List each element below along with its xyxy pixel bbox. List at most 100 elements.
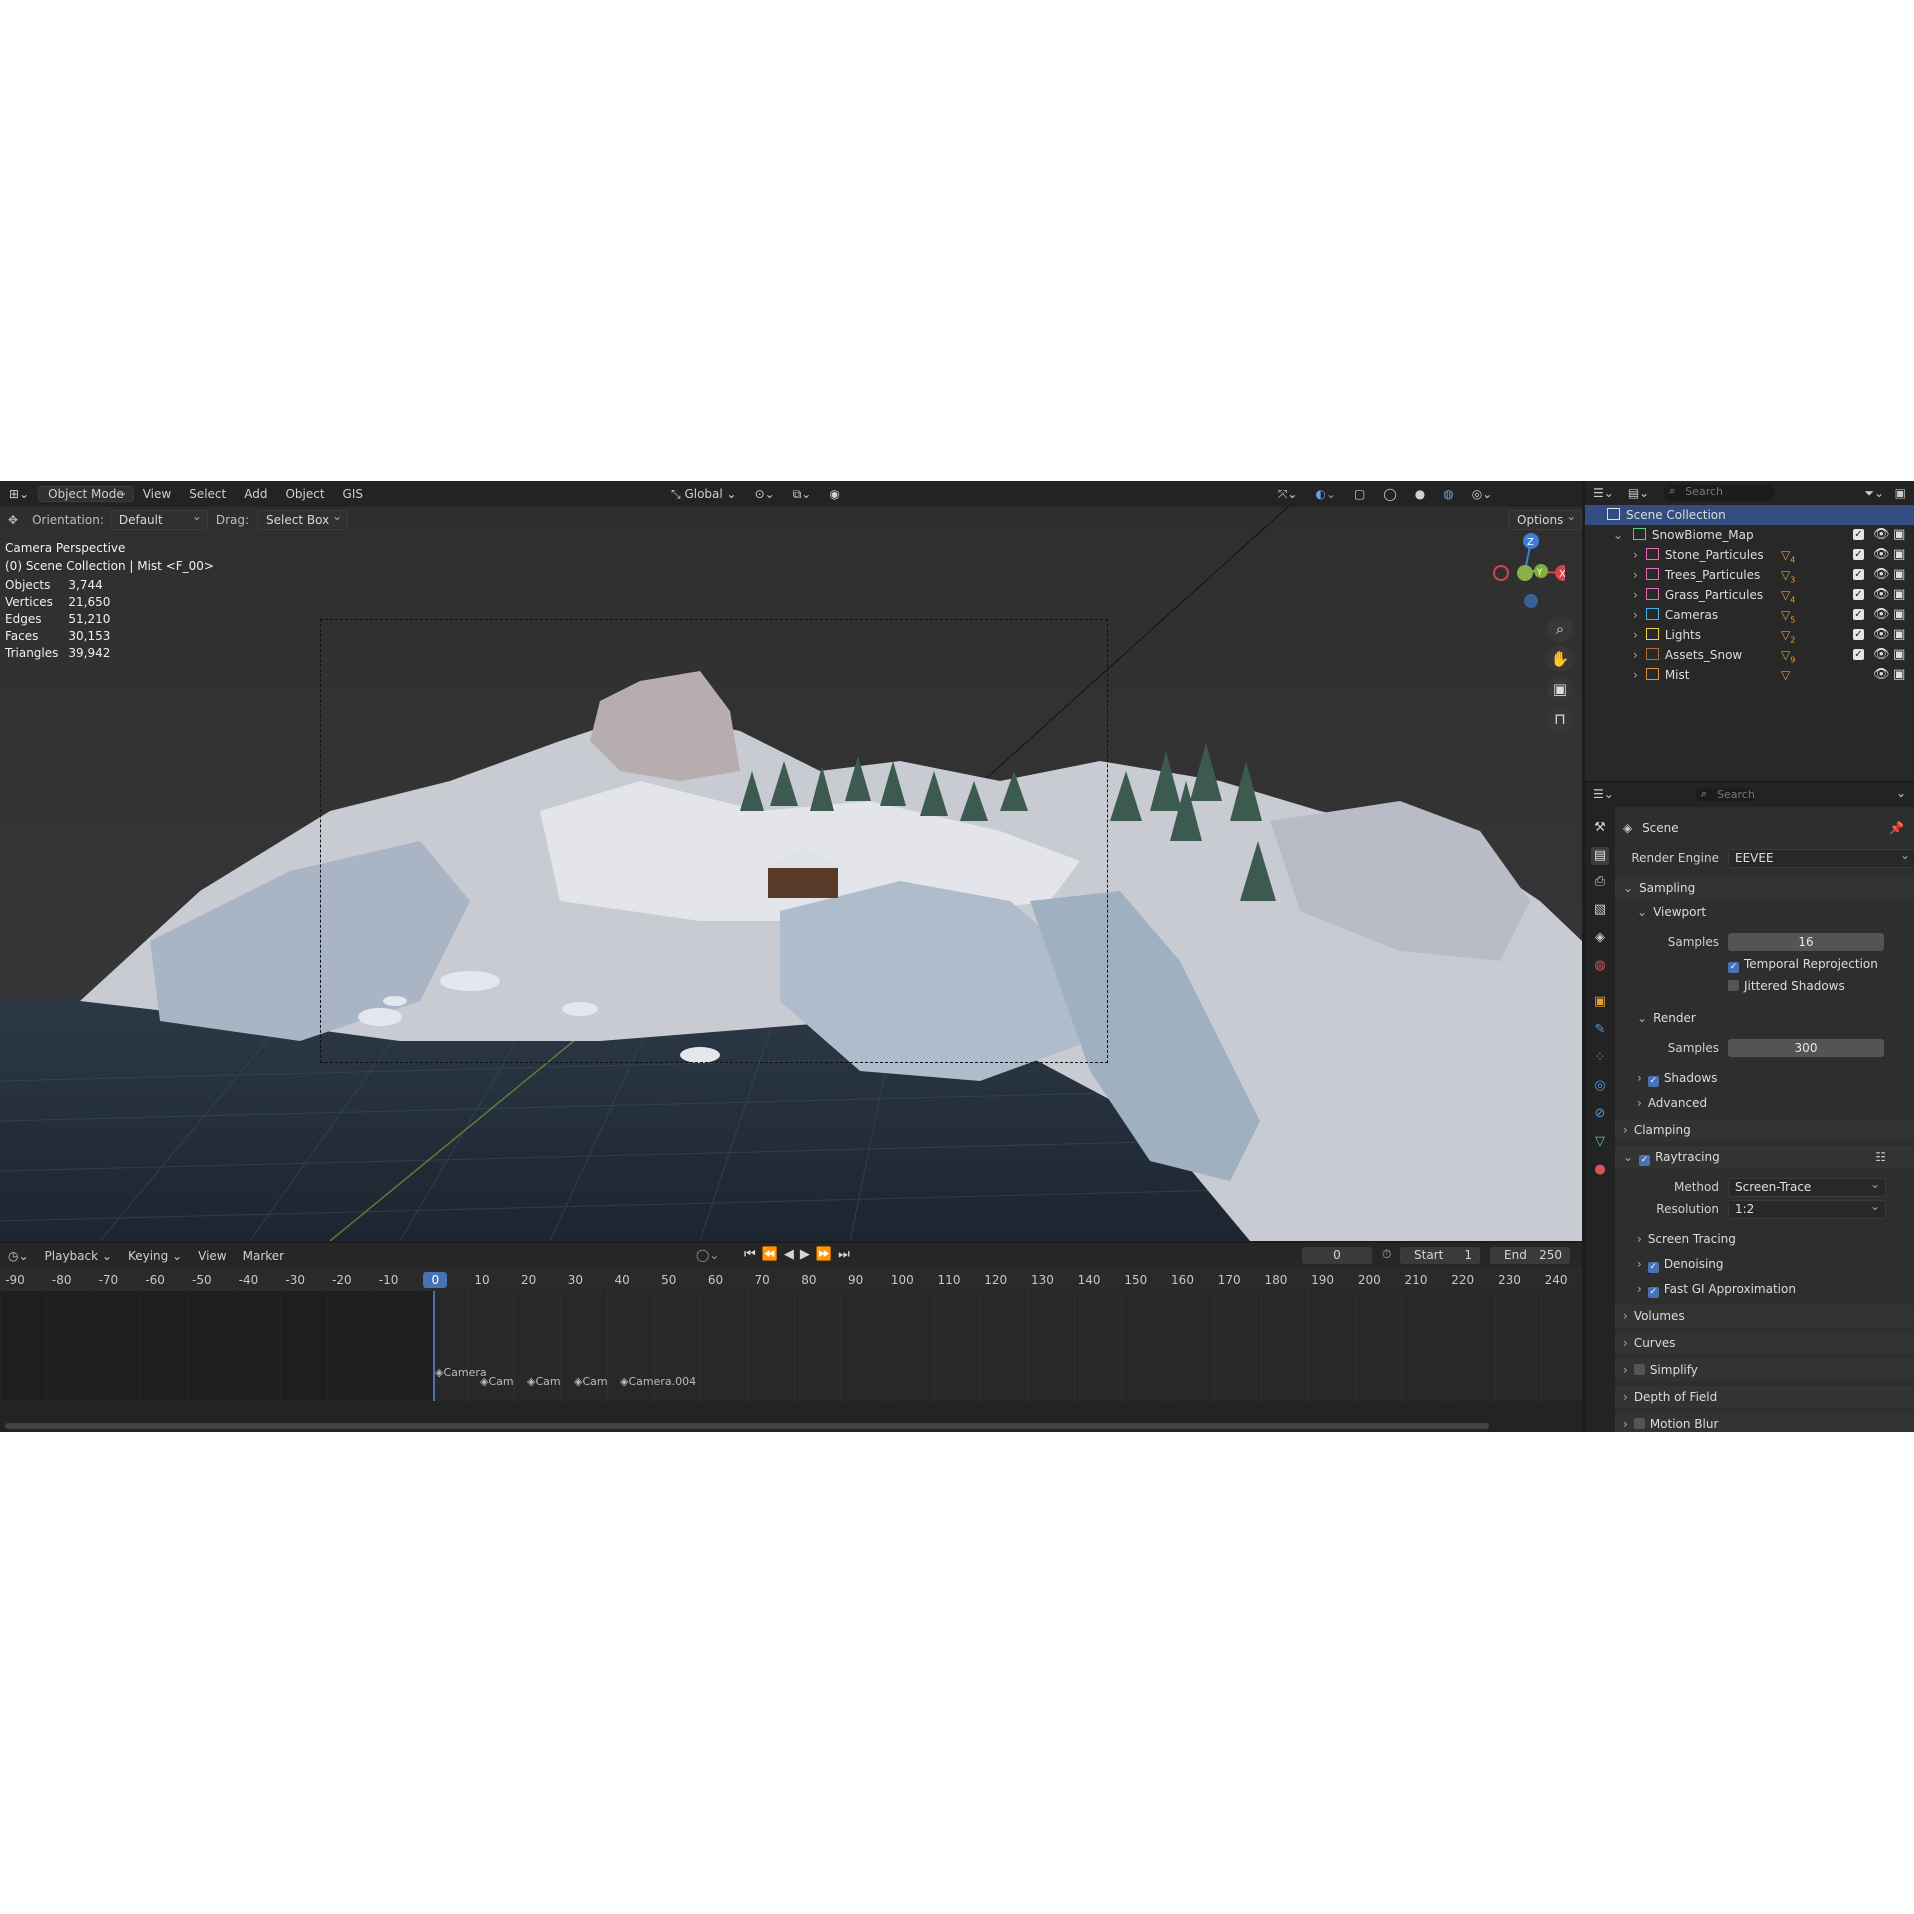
chevron-right-icon[interactable]: › xyxy=(1633,648,1638,662)
render-camera-icon[interactable]: ▣ xyxy=(1893,665,1905,685)
stopwatch-icon[interactable]: ⏱ xyxy=(1382,1247,1391,1262)
exclude-checkbox[interactable]: ✓ xyxy=(1853,529,1864,540)
visibility-eye-icon[interactable]: 👁 xyxy=(1873,605,1890,625)
record-icon[interactable]: ◯⌄ xyxy=(696,1248,719,1262)
outliner-item[interactable]: › Trees_Particules ▽3 ✓ 👁 ▣ xyxy=(1585,565,1914,585)
visibility-eye-icon[interactable]: 👁 xyxy=(1873,545,1890,565)
current-frame-field[interactable]: 0 xyxy=(1302,1247,1372,1264)
exclude-checkbox[interactable]: ✓ xyxy=(1853,609,1864,620)
denoising-subpanel-header[interactable]: › ✓ Denoising xyxy=(1615,1253,1914,1275)
zoom-icon[interactable]: ⌕ xyxy=(1547,616,1573,642)
outliner-item[interactable]: › Cameras ▽5 ✓ 👁 ▣ xyxy=(1585,605,1914,625)
exclude-checkbox[interactable]: ✓ xyxy=(1853,629,1864,640)
exclude-checkbox[interactable]: ✓ xyxy=(1853,569,1864,580)
transform-orientation-dropdown[interactable]: ⤡ Global ⌄ xyxy=(662,487,746,502)
constraints-tab-icon[interactable]: ⊘ xyxy=(1591,1105,1609,1123)
data-tab-icon[interactable]: ▽ xyxy=(1591,1133,1609,1151)
sampling-panel-header[interactable]: ⌄ Sampling xyxy=(1615,877,1914,899)
output-tab-icon[interactable]: ⎙ xyxy=(1591,873,1609,891)
simplify-checkbox[interactable] xyxy=(1633,1364,1645,1375)
fast-gi-subpanel-header[interactable]: › ✓ Fast GI Approximation xyxy=(1615,1278,1914,1300)
camera-marker[interactable]: ◈Cam xyxy=(527,1375,561,1388)
filter-icon[interactable]: ⏷⌄ xyxy=(1864,486,1884,501)
outliner-item-root[interactable]: ⌄ SnowBiome_Map ✓ 👁 ▣ xyxy=(1585,525,1914,545)
menu-select[interactable]: Select xyxy=(180,487,235,501)
camera-marker[interactable]: ◈Camera.004 xyxy=(620,1375,696,1388)
xray-icon[interactable]: ▢ xyxy=(1345,487,1374,501)
timeline-editor[interactable]: ◷⌄ Playback ⌄ Keying ⌄ View Marker ◯⌄ ⏮⏪… xyxy=(0,1243,1582,1432)
outliner-search-input[interactable]: Search xyxy=(1663,484,1776,501)
properties-editor-type-icon[interactable]: ☰⌄ xyxy=(1593,787,1614,801)
camera-marker[interactable]: ◈Camera xyxy=(435,1366,487,1379)
timeline-editor-type-icon[interactable]: ◷⌄ xyxy=(0,1249,37,1263)
material-tab-icon[interactable]: ● xyxy=(1591,1161,1609,1179)
menu-add[interactable]: Add xyxy=(235,487,276,501)
render-camera-icon[interactable]: ▣ xyxy=(1893,565,1905,585)
navigation-gizmo[interactable]: Z X Y xyxy=(1485,531,1565,611)
visibility-eye-icon[interactable]: 👁 xyxy=(1873,665,1890,685)
modifier-wrench-icon[interactable]: ✎ xyxy=(1591,1021,1609,1039)
camera-view-icon[interactable]: ▣ xyxy=(1547,676,1573,702)
options-dropdown[interactable]: Options xyxy=(1508,509,1582,530)
exclude-checkbox[interactable]: ✓ xyxy=(1853,549,1864,560)
raytracing-checkbox[interactable]: ✓ xyxy=(1639,1155,1651,1166)
render-camera-icon[interactable]: ▣ xyxy=(1893,645,1905,665)
chevron-down-icon[interactable]: ⌄ xyxy=(1896,786,1906,800)
jittered-shadows-checkbox[interactable] xyxy=(1728,980,1739,991)
physics-tab-icon[interactable]: ◎ xyxy=(1591,1077,1609,1095)
world-tab-icon[interactable]: ◍ xyxy=(1591,957,1609,975)
chevron-right-icon[interactable]: › xyxy=(1633,588,1638,602)
outliner-scene-collection[interactable]: Scene Collection xyxy=(1585,505,1914,525)
fast-gi-checkbox[interactable]: ✓ xyxy=(1647,1287,1659,1298)
outliner-item[interactable]: › Stone_Particules ▽4 ✓ 👁 ▣ xyxy=(1585,545,1914,565)
3d-viewport[interactable]: ⊞⌄ Object Mode View Select Add Object GI… xyxy=(0,481,1582,1241)
outliner-item[interactable]: › Mist ▽ 👁 ▣ xyxy=(1585,665,1914,685)
playback-controls[interactable]: ⏮⏪◀▶⏩⏭ xyxy=(744,1247,856,1262)
timeline-track-area[interactable] xyxy=(0,1291,1582,1401)
menu-playback[interactable]: Playback ⌄ xyxy=(37,1249,120,1263)
temporal-reprojection-row[interactable]: ✓ Temporal Reprojection xyxy=(1615,953,1914,975)
outliner-item[interactable]: › Grass_Particules ▽4 ✓ 👁 ▣ xyxy=(1585,585,1914,605)
menu-view[interactable]: View xyxy=(134,487,180,501)
chevron-right-icon[interactable]: › xyxy=(1633,668,1638,682)
shading-solid-icon[interactable]: ● xyxy=(1406,487,1434,501)
render-camera-icon[interactable]: ▣ xyxy=(1893,585,1905,605)
screen-tracing-subpanel-header[interactable]: › Screen Tracing xyxy=(1615,1228,1914,1250)
render-tab-icon[interactable]: ▤ xyxy=(1591,847,1609,865)
menu-marker[interactable]: Marker xyxy=(235,1249,292,1263)
visibility-eye-icon[interactable]: 👁 xyxy=(1873,625,1890,645)
visibility-eye-icon[interactable]: 👁 xyxy=(1873,585,1890,605)
chevron-right-icon[interactable]: › xyxy=(1633,608,1638,622)
raytracing-panel-header[interactable]: ⌄ ✓ Raytracing ☷ xyxy=(1615,1146,1914,1168)
shadows-subpanel-header[interactable]: › ✓ Shadows xyxy=(1615,1067,1914,1089)
clamping-panel-header[interactable]: › Clamping xyxy=(1615,1119,1914,1141)
render-camera-icon[interactable]: ▣ xyxy=(1893,605,1905,625)
shadows-checkbox[interactable]: ✓ xyxy=(1647,1076,1659,1087)
move-tool-icon[interactable]: ✥ xyxy=(0,513,26,527)
chevron-right-icon[interactable]: › xyxy=(1633,568,1638,582)
camera-marker[interactable]: ◈Cam xyxy=(574,1375,608,1388)
current-frame-indicator[interactable]: 0 xyxy=(423,1272,448,1288)
advanced-subpanel-header[interactable]: › Advanced xyxy=(1615,1092,1914,1114)
menu-gis[interactable]: GIS xyxy=(334,487,372,501)
motion-blur-checkbox[interactable] xyxy=(1633,1418,1645,1429)
new-collection-icon[interactable]: ▣ xyxy=(1895,486,1906,500)
outliner-item[interactable]: › Lights ▽2 ✓ 👁 ▣ xyxy=(1585,625,1914,645)
shading-material-icon[interactable]: ◍ xyxy=(1434,487,1462,501)
object-tab-icon[interactable]: ▣ xyxy=(1591,993,1609,1011)
visibility-eye-icon[interactable]: 👁 xyxy=(1873,525,1890,545)
pivot-icon[interactable]: ⊙⌄ xyxy=(746,487,784,501)
menu-object[interactable]: Object xyxy=(276,487,333,501)
denoising-checkbox[interactable]: ✓ xyxy=(1647,1262,1659,1273)
visibility-eye-icon[interactable]: 👁 xyxy=(1873,645,1890,665)
viewport-subpanel-header[interactable]: ⌄ Viewport xyxy=(1615,901,1914,923)
pin-icon[interactable]: 📌 xyxy=(1889,817,1904,839)
viewport-samples-field[interactable]: 16 xyxy=(1728,933,1884,951)
shading-rendered-icon[interactable]: ◎⌄ xyxy=(1463,487,1502,501)
motion-blur-panel-header[interactable]: › Motion Blur xyxy=(1615,1413,1914,1432)
render-camera-icon[interactable]: ▣ xyxy=(1893,525,1905,545)
menu-keying[interactable]: Keying ⌄ xyxy=(120,1249,190,1263)
end-frame-field[interactable]: End 250 xyxy=(1490,1247,1570,1264)
timeline-scrollbar[interactable] xyxy=(5,1423,1489,1429)
curves-panel-header[interactable]: › Curves xyxy=(1615,1332,1914,1354)
